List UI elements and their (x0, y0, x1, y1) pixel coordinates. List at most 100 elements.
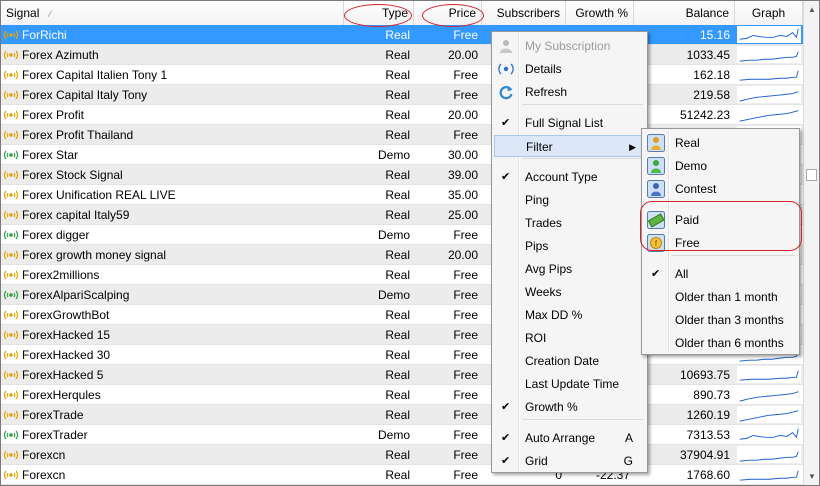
signal-red-icon (3, 88, 22, 102)
filter-item-older-than-1-month[interactable]: Older than 1 month (644, 286, 797, 308)
graph-cell (735, 85, 803, 104)
menu-item-pips[interactable]: Pips (494, 235, 645, 257)
sparkline-graph (737, 406, 801, 423)
graph-cell (735, 45, 803, 64)
menu-item-full-signal-list[interactable]: ✔ Full Signal List (494, 112, 645, 134)
type-cell: Real (385, 348, 410, 362)
price-cell: Free (453, 328, 478, 342)
menu-item-auto-arrange[interactable]: ✔ Auto Arrange A (494, 427, 645, 449)
filter-item-demo[interactable]: Demo (644, 155, 797, 177)
check-icon: ✔ (501, 171, 511, 183)
filter-item-contest[interactable]: Contest (644, 178, 797, 200)
menu-item-growth[interactable]: ✔ Growth % (494, 396, 645, 418)
scrollbar-thumb[interactable] (806, 169, 817, 181)
filter-item-label: Real (675, 136, 700, 150)
menu-item-refresh[interactable]: Refresh (494, 81, 645, 103)
column-graph[interactable]: Graph (735, 1, 803, 25)
type-cell: Real (385, 188, 410, 202)
signal-red-icon (3, 128, 22, 142)
table-row[interactable]: ForexHacked 5 Real Free 10693.75 (1, 365, 803, 385)
signal-name-cell: ForexTrade (1, 405, 344, 424)
price-cell: Free (453, 468, 478, 482)
balance-cell: 162.18 (693, 68, 730, 82)
signal-name: ForexHacked 5 (22, 368, 104, 382)
column-subscribers[interactable]: Subscribers (482, 1, 566, 25)
type-cell: Real (385, 468, 410, 482)
price-cell: Free (453, 88, 478, 102)
menu-item-avg-pips[interactable]: Avg Pips (494, 258, 645, 280)
graph-cell (735, 65, 803, 84)
signal-red-icon (3, 108, 22, 122)
price-cell: Free (453, 228, 478, 242)
type-cell: Real (385, 108, 410, 122)
price-cell: 20.00 (447, 248, 478, 262)
column-balance[interactable]: Balance (634, 1, 735, 25)
balance-cell: 890.73 (693, 388, 730, 402)
column-type[interactable]: Type (344, 1, 414, 25)
menu-item-max-dd[interactable]: Max DD % (494, 304, 645, 326)
menu-separator (672, 255, 795, 256)
filter-item-real[interactable]: Real (644, 132, 797, 154)
column-signal[interactable]: Signal ⁄ (1, 1, 344, 25)
filter-item-all[interactable]: ✔ All (644, 263, 797, 285)
menu-item-filter[interactable]: Filter ▶ (494, 135, 645, 157)
filter-item-label: All (675, 267, 689, 281)
sort-indicator-icon: ⁄ (49, 9, 51, 19)
signal-name-cell: Forexcn (1, 445, 344, 464)
signal-name-cell: ForexHacked 5 (1, 365, 344, 384)
graph-cell (735, 405, 803, 424)
price-cell: 35.00 (447, 188, 478, 202)
signal-red-icon (3, 168, 22, 182)
menu-item-account-type[interactable]: ✔ Account Type (494, 166, 645, 188)
signal-name: ForRichi (22, 28, 67, 42)
menu-item-trades[interactable]: Trades (494, 212, 645, 234)
signal-name: Forex Stock Signal (22, 168, 123, 182)
menu-item-ping[interactable]: Ping (494, 189, 645, 211)
table-row[interactable]: Forex Capital Italien Tony 1 Real Free 162.… (1, 65, 803, 85)
signal-green-icon (3, 428, 22, 442)
signal-name: ForexHacked 30 (22, 348, 111, 362)
table-row[interactable]: Forex Capital Italy Tony Real Free 219.58 (1, 85, 803, 105)
table-row[interactable]: ForexTrader Demo Free 7313.53 (1, 425, 803, 445)
menu-item-roi[interactable]: ROI (494, 327, 645, 349)
table-row[interactable]: Forex Profit Real 20.00 51242.23 (1, 105, 803, 125)
table-row[interactable]: ForexTrade Real Free 1260.19 (1, 405, 803, 425)
menu-item-last-update-time[interactable]: Last Update Time (494, 373, 645, 395)
filter-item-label: Older than 3 months (675, 313, 784, 327)
menu-item-label: My Subscription (525, 39, 611, 53)
scroll-up-icon[interactable]: ▲ (804, 1, 819, 18)
signal-red-icon (3, 188, 22, 202)
signal-name: Forex Capital Italien Tony 1 (22, 68, 168, 82)
type-cell: Real (385, 28, 410, 42)
signal-name: Forex Profit (22, 108, 85, 122)
menu-item-weeks[interactable]: Weeks (494, 281, 645, 303)
sparkline-graph (737, 426, 801, 443)
type-cell: Real (385, 128, 410, 142)
filter-item-label: Paid (675, 213, 700, 227)
price-cell: 30.00 (447, 148, 478, 162)
graph-cell (735, 465, 803, 484)
column-growth[interactable]: Growth % (566, 1, 634, 25)
table-row[interactable]: Forexcn Real Free 37904.91 (1, 445, 803, 465)
menu-item-grid[interactable]: ✔ Grid G (494, 450, 645, 472)
table-row[interactable]: ForexHerqules Real Free 890.73 (1, 385, 803, 405)
menu-item-label: Auto Arrange (525, 431, 596, 445)
table-row[interactable]: Forexcn Real Free 0 -22.37 1768.60 (1, 465, 803, 485)
filter-item-label: Older than 1 month (675, 290, 778, 304)
type-cell: Real (385, 448, 410, 462)
menu-item-details[interactable]: Details (494, 58, 645, 80)
filter-item-free[interactable]: f Free (644, 232, 797, 254)
vertical-scrollbar[interactable]: ▲ ▼ (803, 1, 819, 485)
price-cell: Free (453, 408, 478, 422)
price-cell: 20.00 (447, 48, 478, 62)
column-price[interactable]: Price (414, 1, 482, 25)
scroll-down-icon[interactable]: ▼ (804, 468, 819, 485)
table-row[interactable]: ForRichi Real Free 15.16 (1, 25, 803, 45)
price-cell: Free (453, 128, 478, 142)
filter-item-older-than-3-months[interactable]: Older than 3 months (644, 309, 797, 331)
filter-item-older-than-6-months[interactable]: Older than 6 months (644, 332, 797, 354)
menu-item-creation-date[interactable]: Creation Date (494, 350, 645, 372)
signal-name: Forex Azimuth (22, 48, 99, 62)
table-row[interactable]: Forex Azimuth Real 20.00 1033.45 (1, 45, 803, 65)
filter-item-paid[interactable]: Paid (644, 209, 797, 231)
